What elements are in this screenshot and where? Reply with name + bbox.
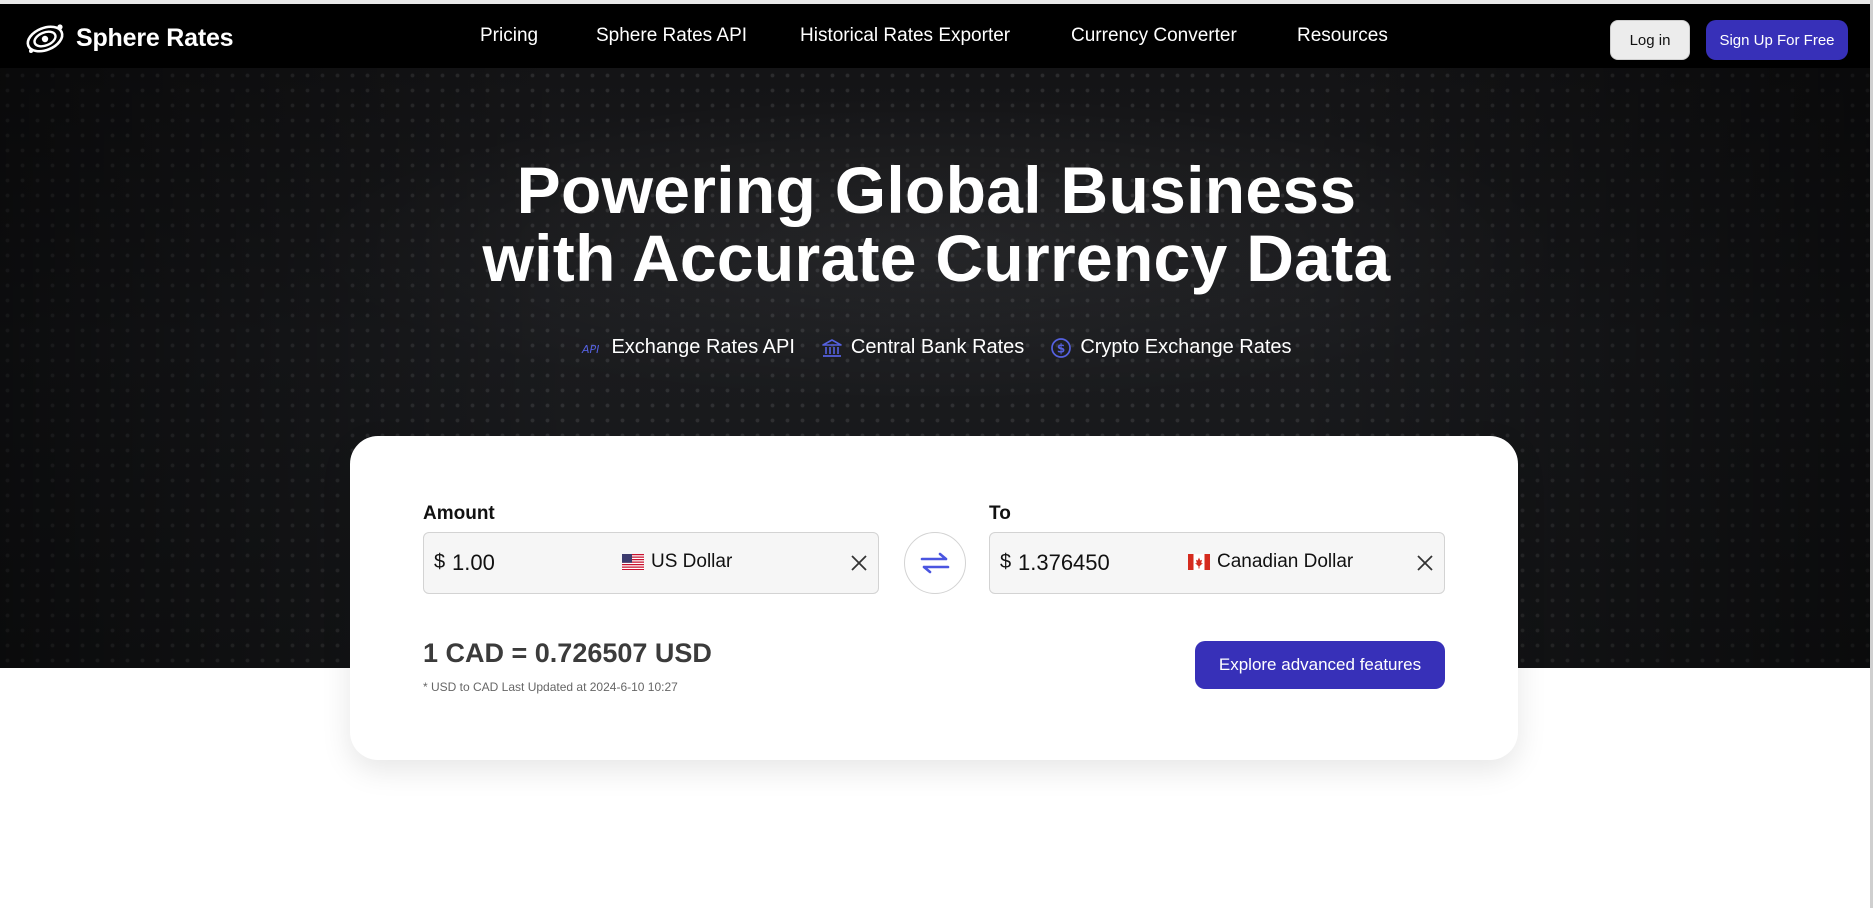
dollar-coin-icon: $ bbox=[1050, 337, 1072, 359]
nav-item-historical-rates-exporter[interactable]: Historical Rates Exporter bbox=[800, 25, 1010, 47]
from-currency-symbol: $ bbox=[434, 551, 446, 573]
amount-field: $ US Dollar bbox=[423, 532, 879, 594]
to-currency-symbol: $ bbox=[1000, 551, 1012, 573]
signup-button[interactable]: Sign Up For Free bbox=[1706, 20, 1848, 60]
nav-item-pricing[interactable]: Pricing bbox=[480, 25, 538, 47]
hero-title-line-1: Powering Global Business bbox=[516, 153, 1357, 227]
us-flag-icon bbox=[622, 554, 644, 570]
feature-exchange-rates-api[interactable]: API Exchange Rates API bbox=[581, 336, 794, 359]
feature-central-bank-rates[interactable]: Central Bank Rates bbox=[821, 336, 1024, 359]
clear-amount-icon[interactable] bbox=[849, 553, 869, 573]
explore-advanced-features-button[interactable]: Explore advanced features bbox=[1195, 641, 1445, 689]
to-label: To bbox=[989, 503, 1011, 524]
feature-label: Central Bank Rates bbox=[850, 336, 1025, 358]
to-currency-name: Canadian Dollar bbox=[1217, 551, 1354, 572]
nav-item-currency-converter[interactable]: Currency Converter bbox=[1071, 25, 1237, 47]
svg-text:API: API bbox=[581, 343, 599, 356]
amount-label: Amount bbox=[423, 503, 495, 524]
hero-title: Powering Global Business with Accurate C… bbox=[0, 156, 1873, 292]
amount-input[interactable] bbox=[452, 547, 602, 579]
to-currency-select[interactable]: Canadian Dollar bbox=[1188, 551, 1353, 573]
to-field: $ Canadian Dollar bbox=[989, 532, 1445, 594]
hero-title-line-2: with Accurate Currency Data bbox=[482, 221, 1391, 295]
feature-label: Crypto Exchange Rates bbox=[1080, 336, 1292, 358]
from-currency-name: US Dollar bbox=[651, 551, 733, 572]
clear-converted-icon[interactable] bbox=[1415, 553, 1435, 573]
api-icon: API bbox=[581, 340, 603, 356]
swap-arrows-icon bbox=[920, 552, 950, 574]
ca-flag-icon bbox=[1188, 554, 1210, 570]
last-updated-note: * USD to CAD Last Updated at 2024-6-10 1… bbox=[423, 680, 678, 694]
nav-item-sphere-rates-api[interactable]: Sphere Rates API bbox=[596, 25, 747, 47]
page: Sphere Rates Pricing Sphere Rates API Hi… bbox=[0, 0, 1873, 908]
exchange-rate-text: 1 CAD = 0.726507 USD bbox=[423, 638, 712, 668]
from-currency-select[interactable]: US Dollar bbox=[622, 551, 732, 573]
nav-item-resources[interactable]: Resources bbox=[1297, 25, 1388, 47]
bank-icon bbox=[821, 337, 843, 359]
main-nav: Pricing Sphere Rates API Historical Rate… bbox=[0, 25, 1873, 55]
feature-links: API Exchange Rates API Central Bank Rate… bbox=[0, 336, 1873, 359]
converted-amount-input[interactable] bbox=[1018, 547, 1168, 579]
svg-text:$: $ bbox=[1057, 341, 1065, 355]
feature-label: Exchange Rates API bbox=[611, 336, 795, 358]
swap-currencies-button[interactable] bbox=[904, 532, 966, 594]
feature-crypto-exchange-rates[interactable]: $ Crypto Exchange Rates bbox=[1050, 336, 1292, 359]
login-button[interactable]: Log in bbox=[1610, 20, 1690, 60]
currency-converter-card: Amount $ US Dollar bbox=[350, 436, 1518, 760]
top-navigation-bar: Sphere Rates Pricing Sphere Rates API Hi… bbox=[0, 0, 1873, 68]
